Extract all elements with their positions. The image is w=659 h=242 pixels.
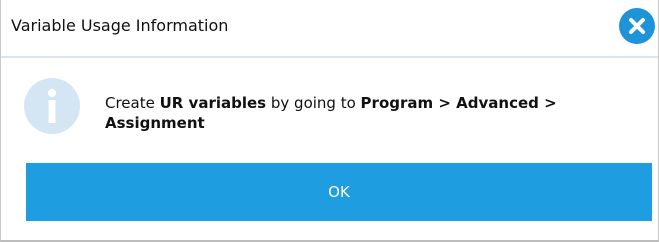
close-button[interactable] (619, 8, 655, 44)
message-text-1: Create (105, 94, 160, 112)
ok-button-label: OK (328, 183, 350, 201)
info-icon (24, 78, 80, 134)
message-bold-ur-variables: UR variables (159, 94, 267, 112)
dialog-title-bar: Variable Usage Information (1, 0, 658, 58)
variable-usage-dialog: Variable Usage Information Create UR var… (0, 0, 659, 242)
close-icon (628, 17, 646, 35)
ok-button[interactable]: OK (26, 163, 652, 221)
message-text-2: by going to (266, 94, 361, 112)
dialog-title: Variable Usage Information (11, 16, 229, 35)
dialog-message: Create UR variables by going to Program … (105, 93, 650, 133)
